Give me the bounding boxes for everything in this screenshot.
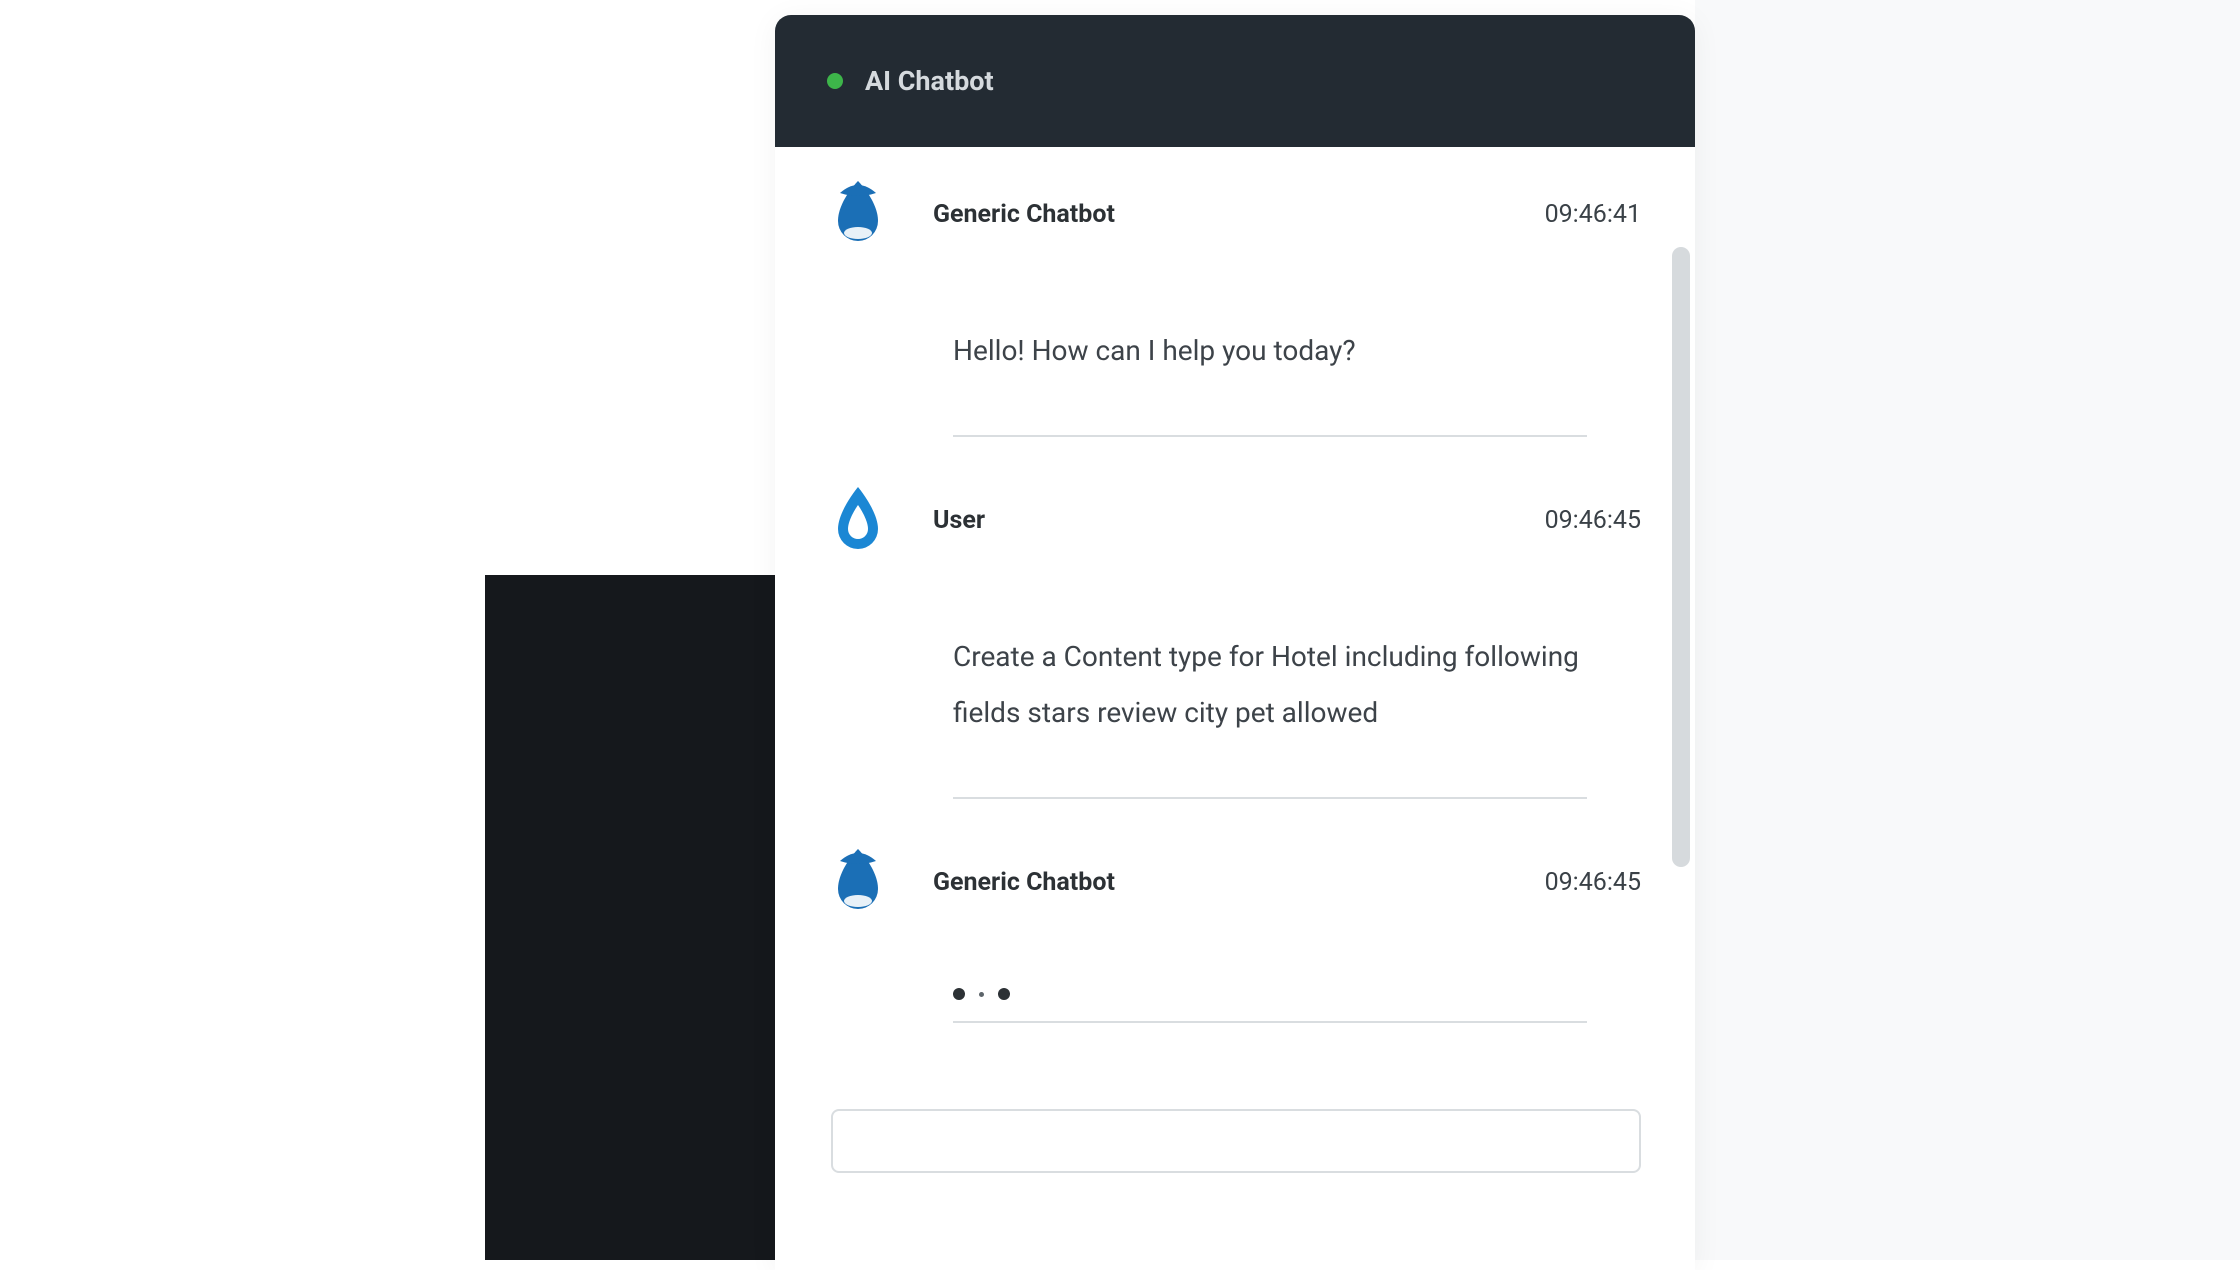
message-timestamp: 09:46:45 [1545, 506, 1641, 535]
chatbot-title: AI Chatbot [865, 65, 994, 97]
chat-input-field[interactable] [833, 1111, 1679, 1171]
scrollbar-thumb[interactable] [1672, 247, 1690, 867]
message-sender: Generic Chatbot [933, 868, 1501, 897]
page-background-pattern [1695, 0, 2240, 1260]
chat-input[interactable] [831, 1109, 1641, 1173]
message-text: Create a Content type for Hotel includin… [953, 629, 1623, 741]
user-avatar-icon [827, 489, 889, 551]
chat-message-head: Generic Chatbot 09:46:41 [827, 183, 1641, 245]
chatbot-header: AI Chatbot [775, 15, 1695, 147]
chat-message-head: User 09:46:45 [827, 489, 1641, 551]
typing-dot-icon [979, 992, 984, 997]
chatbot-panel: AI Chatbot Generic Chatbot 09:46:41 Hell… [775, 15, 1695, 1270]
message-divider [953, 1021, 1587, 1023]
chat-message: Generic Chatbot 09:46:45 [775, 799, 1695, 1023]
typing-dot-icon [953, 988, 965, 1000]
message-text: Hello! How can I help you today? [953, 323, 1623, 379]
message-sender: User [933, 506, 1501, 535]
page-dark-block [485, 575, 777, 1260]
status-dot-icon [827, 73, 843, 89]
chat-message-head: Generic Chatbot 09:46:45 [827, 851, 1641, 913]
typing-dot-icon [998, 988, 1010, 1000]
message-timestamp: 09:46:45 [1545, 868, 1641, 897]
chat-message: Generic Chatbot 09:46:41 Hello! How can … [775, 157, 1695, 437]
message-timestamp: 09:46:41 [1545, 200, 1641, 229]
typing-indicator-icon [953, 985, 1641, 1003]
bot-avatar-icon [827, 851, 889, 913]
chat-message: User 09:46:45 Create a Content type for … [775, 437, 1695, 799]
chatbot-body: Generic Chatbot 09:46:41 Hello! How can … [775, 147, 1695, 1270]
bot-avatar-icon [827, 183, 889, 245]
message-sender: Generic Chatbot [933, 200, 1501, 229]
